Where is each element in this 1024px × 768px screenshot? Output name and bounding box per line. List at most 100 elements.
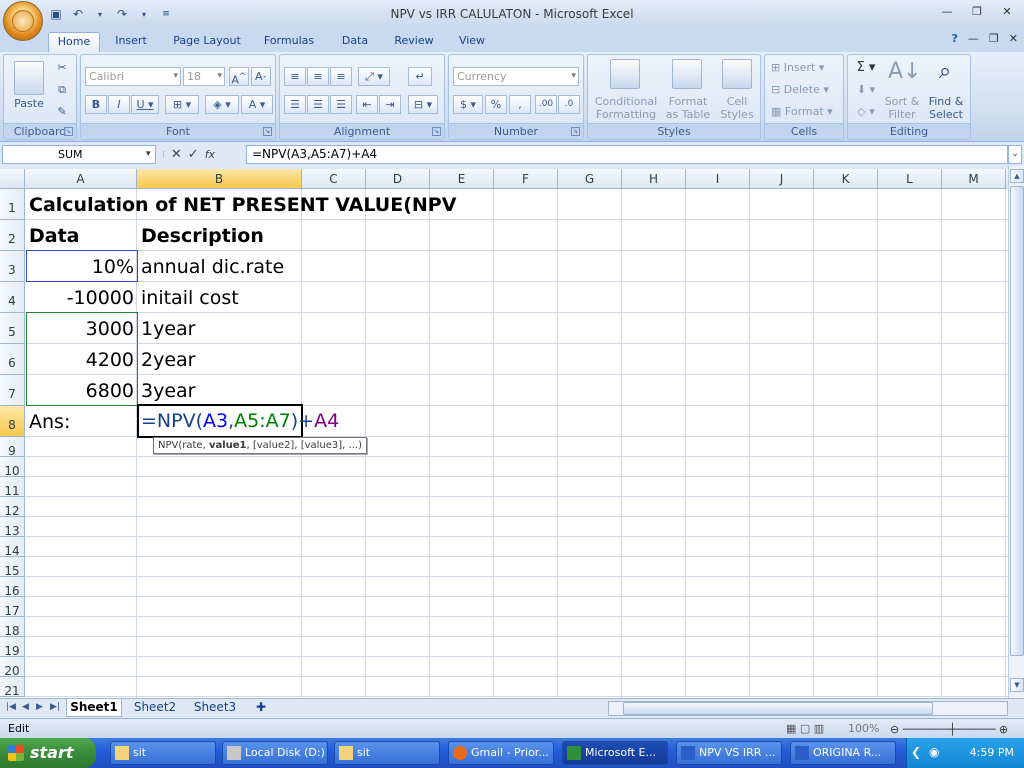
scroll-up-icon[interactable]: ▲ bbox=[1010, 169, 1024, 183]
tab-data[interactable]: Data bbox=[333, 32, 377, 52]
cell-a3[interactable]: 10% bbox=[26, 256, 134, 278]
find-select-button[interactable]: Find & Select bbox=[924, 95, 968, 121]
horizontal-scroll-thumb[interactable] bbox=[623, 702, 933, 715]
cell-b6[interactable]: 2year bbox=[141, 349, 195, 371]
borders-icon[interactable]: ⊞ ▾ bbox=[165, 95, 199, 114]
decrease-decimal-icon[interactable]: .0 bbox=[558, 95, 580, 114]
worksheet-grid[interactable]: ABCDEFGHIJKLM 1 2 3 4 5 6 7 8 9 10 11 12 13 14 15 16 17 1… bbox=[0, 169, 1008, 698]
row-header-12[interactable]: 12 bbox=[0, 497, 25, 518]
cut-icon[interactable]: ✂ bbox=[52, 59, 72, 78]
sheet-tab-1[interactable]: Sheet1 bbox=[66, 699, 122, 717]
row-header-13[interactable]: 13 bbox=[0, 517, 25, 538]
workbook-minimize-icon[interactable]: — bbox=[968, 32, 979, 45]
workbook-restore-icon[interactable]: ❐ bbox=[989, 32, 999, 45]
cell-b5[interactable]: 1year bbox=[141, 318, 195, 340]
column-header-f[interactable]: F bbox=[494, 169, 558, 189]
cell-styles-button[interactable]: Cell Styles bbox=[716, 95, 758, 121]
next-sheet-icon[interactable]: ▶ bbox=[36, 702, 43, 712]
grow-font-icon[interactable]: A^ bbox=[229, 67, 249, 87]
row-header-16[interactable]: 16 bbox=[0, 577, 25, 598]
help-icon[interactable]: ? bbox=[952, 32, 958, 45]
tray-expand-icon[interactable]: ❮ bbox=[911, 745, 921, 759]
cell-a2[interactable]: Data bbox=[29, 225, 80, 247]
format-cells-button[interactable]: ▦ Format ▾ bbox=[771, 105, 833, 119]
tab-page-layout[interactable]: Page Layout bbox=[164, 32, 250, 52]
workbook-close-icon[interactable]: ✕ bbox=[1009, 32, 1018, 45]
align-center-icon[interactable]: ☰ bbox=[307, 95, 329, 114]
row-header-7[interactable]: 7 bbox=[0, 375, 25, 406]
cell-b3[interactable]: annual dic.rate bbox=[141, 256, 284, 278]
cell-b7[interactable]: 3year bbox=[141, 380, 195, 402]
insert-cells-button[interactable]: ⊞ Insert ▾ bbox=[771, 61, 824, 75]
column-header-m[interactable]: M bbox=[942, 169, 1006, 189]
clipboard-launcher-icon[interactable]: ↘ bbox=[64, 127, 73, 136]
number-launcher-icon[interactable]: ↘ bbox=[571, 127, 580, 136]
column-header-j[interactable]: J bbox=[750, 169, 814, 189]
insert-sheet-icon[interactable]: ✚ bbox=[250, 699, 272, 717]
cell-a6[interactable]: 4200 bbox=[26, 349, 134, 371]
column-header-b[interactable]: B bbox=[137, 169, 302, 189]
taskbar-item-gmail[interactable]: Gmail - Prior... bbox=[448, 741, 554, 765]
wrap-text-icon[interactable]: ↵ bbox=[408, 67, 432, 86]
fill-icon[interactable]: ⬇ ▾ bbox=[852, 81, 880, 100]
align-middle-icon[interactable]: ≡ bbox=[307, 67, 329, 86]
number-format-combo[interactable]: Currency bbox=[453, 67, 579, 86]
column-header-d[interactable]: D bbox=[366, 169, 430, 189]
clear-icon[interactable]: ◇ ▾ bbox=[852, 103, 880, 122]
prev-sheet-icon[interactable]: ◀ bbox=[22, 702, 29, 712]
column-header-g[interactable]: G bbox=[558, 169, 622, 189]
autosum-icon[interactable]: Σ ▾ bbox=[852, 59, 880, 78]
paste-button[interactable]: Paste bbox=[8, 97, 50, 110]
delete-cells-button[interactable]: ⊟ Delete ▾ bbox=[771, 83, 829, 97]
formula-input[interactable]: =NPV(A3,A5:A7)+A4 bbox=[246, 145, 1008, 164]
cell-b4[interactable]: initail cost bbox=[141, 287, 239, 309]
cell-b2[interactable]: Description bbox=[141, 225, 264, 247]
row-header-21[interactable]: 21 bbox=[0, 677, 25, 698]
name-box-dropdown-icon[interactable]: ▾ bbox=[146, 145, 156, 164]
increase-indent-icon[interactable]: ⇥ bbox=[379, 95, 401, 114]
italic-icon[interactable]: I bbox=[108, 95, 130, 114]
zoom-slider[interactable]: ⊖ ───────┼────── ⊕ bbox=[890, 723, 1012, 736]
cell-a8[interactable]: Ans: bbox=[29, 411, 70, 433]
restore-icon[interactable]: ❐ bbox=[966, 4, 988, 20]
row-header-19[interactable]: 19 bbox=[0, 637, 25, 658]
view-buttons[interactable]: ▦ ▢ ▥ bbox=[786, 722, 824, 735]
column-header-a[interactable]: A bbox=[25, 169, 137, 189]
column-header-c[interactable]: C bbox=[302, 169, 366, 189]
tab-review[interactable]: Review bbox=[388, 32, 440, 52]
row-header-14[interactable]: 14 bbox=[0, 537, 25, 558]
fill-color-icon[interactable]: ◈ ▾ bbox=[205, 95, 239, 114]
row-header-4[interactable]: 4 bbox=[0, 282, 25, 313]
row-header-10[interactable]: 10 bbox=[0, 457, 25, 478]
enter-icon[interactable]: ✓ bbox=[188, 147, 199, 162]
taskbar-item-origina[interactable]: ORIGINA R... bbox=[790, 741, 896, 765]
select-all-corner[interactable] bbox=[0, 169, 25, 189]
align-left-icon[interactable]: ☰ bbox=[284, 95, 306, 114]
align-right-icon[interactable]: ☰ bbox=[330, 95, 352, 114]
format-as-table-icon[interactable] bbox=[672, 59, 702, 89]
orientation-icon[interactable]: ⤢ ▾ bbox=[358, 67, 390, 86]
column-header-l[interactable]: L bbox=[878, 169, 942, 189]
cell-styles-icon[interactable] bbox=[722, 59, 752, 89]
alignment-launcher-icon[interactable]: ↘ bbox=[432, 127, 441, 136]
conditional-formatting-button[interactable]: Conditional Formatting bbox=[590, 95, 662, 121]
minimize-icon[interactable]: — bbox=[936, 4, 958, 20]
column-header-k[interactable]: K bbox=[814, 169, 878, 189]
expand-formula-bar-icon[interactable]: ⌄ bbox=[1008, 145, 1022, 164]
taskbar-item-local-disk[interactable]: Local Disk (D:) bbox=[222, 741, 328, 765]
column-header-i[interactable]: I bbox=[686, 169, 750, 189]
percent-style-icon[interactable]: % bbox=[485, 95, 507, 114]
font-color-icon[interactable]: A ▾ bbox=[241, 95, 273, 114]
vertical-scroll-thumb[interactable] bbox=[1010, 186, 1024, 656]
conditional-formatting-icon[interactable] bbox=[610, 59, 640, 89]
last-sheet-icon[interactable]: ▶| bbox=[50, 702, 60, 712]
tab-view[interactable]: View bbox=[450, 32, 494, 52]
format-as-table-button[interactable]: Format as Table bbox=[662, 95, 714, 121]
comma-style-icon[interactable]: , bbox=[509, 95, 531, 114]
active-cell-editor[interactable]: =NPV(A3,A5:A7)+A4 bbox=[137, 404, 339, 438]
row-header-5[interactable]: 5 bbox=[0, 313, 25, 344]
shrink-font-icon[interactable]: Aˇ bbox=[251, 67, 271, 86]
sort-filter-button[interactable]: Sort & Filter bbox=[882, 95, 922, 121]
row-header-2[interactable]: 2 bbox=[0, 220, 25, 251]
vertical-scrollbar[interactable]: ▲ ▼ bbox=[1008, 166, 1024, 698]
